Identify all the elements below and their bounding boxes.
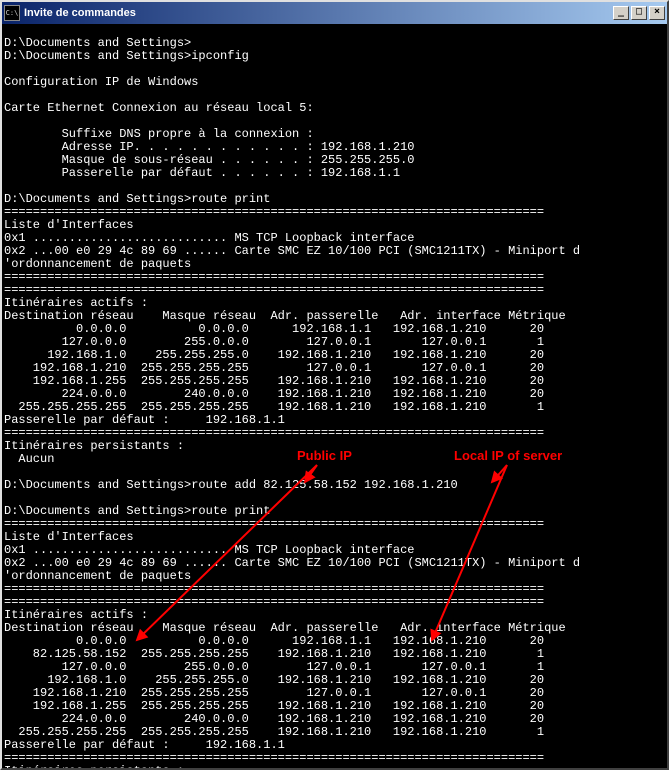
output-line: 'ordonnancement de paquets: [4, 569, 191, 583]
output-line: Suffixe DNS propre à la connexion :: [4, 127, 314, 141]
route-row: 192.168.1.255 255.255.255.255 192.168.1.…: [4, 699, 544, 713]
window-title: Invite de commandes: [24, 7, 613, 19]
route-row: 255.255.255.255 255.255.255.255 192.168.…: [4, 725, 544, 739]
output-line: 0x2 ...00 e0 29 4c 89 69 ...... Carte SM…: [4, 244, 580, 258]
cmd-icon: C:\: [4, 5, 20, 21]
output-line: Passerelle par défaut : 192.168.1.1: [4, 738, 285, 752]
route-row: 224.0.0.0 240.0.0.0 192.168.1.210 192.16…: [4, 712, 544, 726]
window-controls: _ □ ×: [613, 6, 665, 20]
minimize-button[interactable]: _: [613, 6, 629, 20]
output-line: 0x1 ........................... MS TCP L…: [4, 543, 414, 557]
local-ip-label: Local IP of server: [454, 449, 562, 462]
route-row: 192.168.1.255 255.255.255.255 192.168.1.…: [4, 374, 544, 388]
public-ip-label: Public IP: [297, 449, 352, 462]
output-line: Adresse IP. . . . . . . . . . . . : 192.…: [4, 140, 414, 154]
titlebar[interactable]: C:\ Invite de commandes _ □ ×: [2, 2, 667, 24]
prompt-line: D:\Documents and Settings>route print: [4, 504, 270, 518]
route-row: 192.168.1.210 255.255.255.255 127.0.0.1 …: [4, 686, 544, 700]
output-line: 0x2 ...00 e0 29 4c 89 69 ...... Carte SM…: [4, 556, 580, 570]
command-prompt-window: C:\ Invite de commandes _ □ × D:\Documen…: [0, 0, 669, 770]
prompt-line: D:\Documents and Settings>ipconfig: [4, 49, 249, 63]
separator: ========================================…: [4, 205, 544, 219]
output-line: Passerelle par défaut . . . . . . : 192.…: [4, 166, 400, 180]
maximize-button[interactable]: □: [631, 6, 647, 20]
separator: ========================================…: [4, 426, 544, 440]
output-line: Itinéraires actifs :: [4, 296, 148, 310]
output-line: Masque de sous-réseau . . . . . . : 255.…: [4, 153, 414, 167]
output-line: Itinéraires persistants :: [4, 764, 184, 768]
route-row: 255.255.255.255 255.255.255.255 192.168.…: [4, 400, 544, 414]
output-line: Liste d'Interfaces: [4, 218, 134, 232]
close-button[interactable]: ×: [649, 6, 665, 20]
route-row: 82.125.58.152 255.255.255.255 192.168.1.…: [4, 647, 544, 661]
prompt-line: D:\Documents and Settings>route print: [4, 192, 270, 206]
route-header: Destination réseau Masque réseau Adr. pa…: [4, 621, 566, 635]
output-line: Carte Ethernet Connexion au réseau local…: [4, 101, 314, 115]
separator: ========================================…: [4, 517, 544, 531]
route-row: 192.168.1.0 255.255.255.0 192.168.1.210 …: [4, 348, 544, 362]
output-line: 'ordonnancement de paquets: [4, 257, 191, 271]
separator: ========================================…: [4, 283, 544, 297]
route-row: 224.0.0.0 240.0.0.0 192.168.1.210 192.16…: [4, 387, 544, 401]
route-row: 127.0.0.0 255.0.0.0 127.0.0.1 127.0.0.1 …: [4, 660, 544, 674]
route-row: 0.0.0.0 0.0.0.0 192.168.1.1 192.168.1.21…: [4, 322, 544, 336]
route-row: 127.0.0.0 255.0.0.0 127.0.0.1 127.0.0.1 …: [4, 335, 544, 349]
route-row: 192.168.1.210 255.255.255.255 127.0.0.1 …: [4, 361, 544, 375]
output-line: Itinéraires actifs :: [4, 608, 148, 622]
output-line: Itinéraires persistants :: [4, 439, 184, 453]
separator: ========================================…: [4, 595, 544, 609]
route-header: Destination réseau Masque réseau Adr. pa…: [4, 309, 566, 323]
console-output[interactable]: D:\Documents and Settings> D:\Documents …: [2, 24, 667, 768]
route-row: 0.0.0.0 0.0.0.0 192.168.1.1 192.168.1.21…: [4, 634, 544, 648]
route-row: 192.168.1.0 255.255.255.0 192.168.1.210 …: [4, 673, 544, 687]
output-line: 0x1 ........................... MS TCP L…: [4, 231, 414, 245]
prompt-line: D:\Documents and Settings>route add 82.1…: [4, 478, 458, 492]
prompt-line: D:\Documents and Settings>: [4, 36, 191, 50]
output-line: Liste d'Interfaces: [4, 530, 134, 544]
output-line: Aucun: [4, 452, 54, 466]
output-line: Configuration IP de Windows: [4, 75, 198, 89]
separator: ========================================…: [4, 270, 544, 284]
separator: ========================================…: [4, 582, 544, 596]
output-line: Passerelle par défaut : 192.168.1.1: [4, 413, 285, 427]
separator: ========================================…: [4, 751, 544, 765]
